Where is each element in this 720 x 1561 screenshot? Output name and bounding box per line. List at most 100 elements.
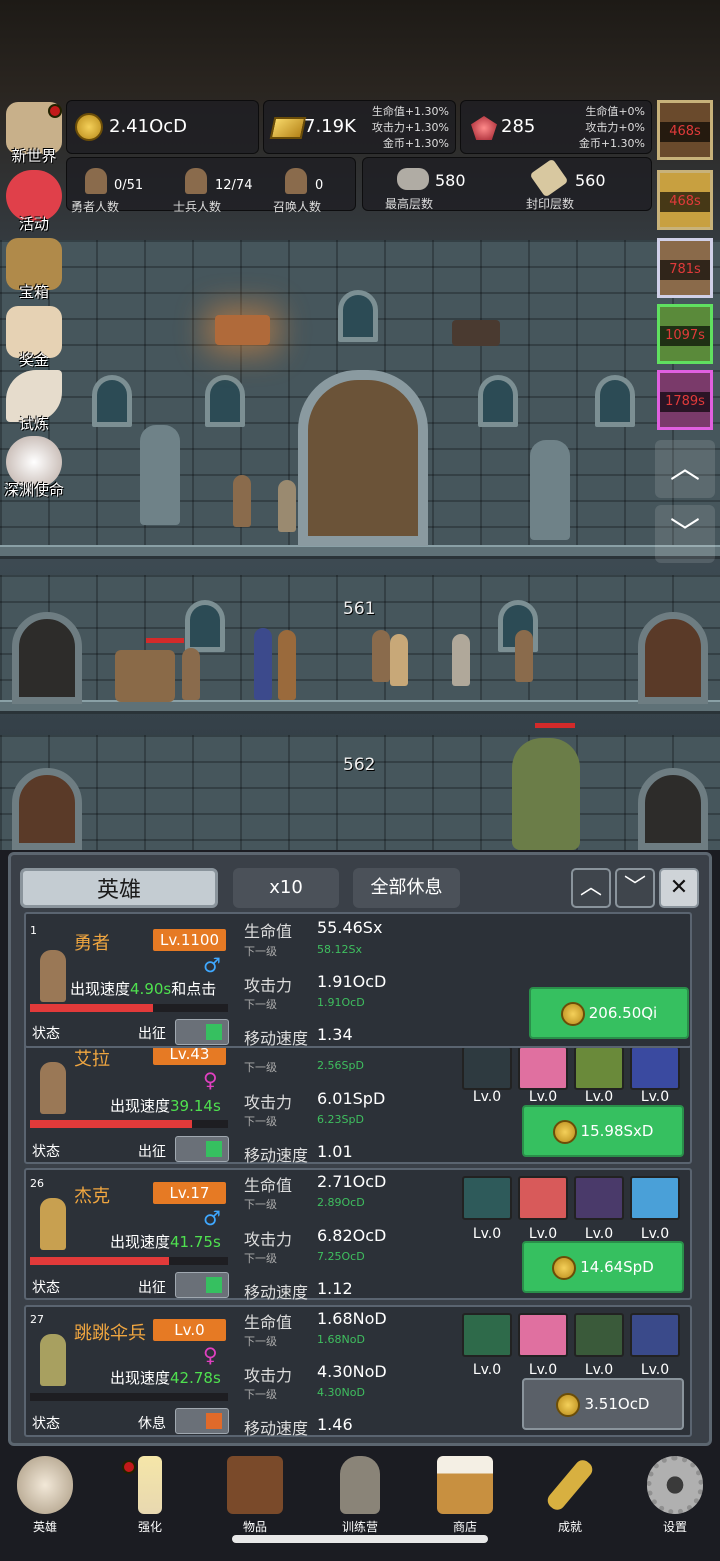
skill-spear-icon[interactable] bbox=[518, 1046, 568, 1090]
hero-unit bbox=[515, 630, 533, 682]
hero-level: Lv.1100 bbox=[153, 929, 226, 951]
gem-bonus-coin: 金币+1.30% bbox=[578, 137, 645, 150]
rest-all-button[interactable]: 全部休息 bbox=[353, 868, 460, 908]
castle-wall-middle bbox=[0, 575, 720, 705]
nav-shop[interactable]: 商店 bbox=[425, 1456, 505, 1535]
skill-boot-icon[interactable] bbox=[630, 1046, 680, 1090]
hp-value: 2.71OcD bbox=[317, 1172, 387, 1191]
gold-counter: 7.19K 生命值+1.30% 攻击力+1.30% 金币+1.30% bbox=[263, 100, 456, 154]
summon-count: 0 bbox=[315, 178, 324, 193]
home-indicator[interactable] bbox=[232, 1535, 488, 1543]
hero-spawn-speed: 出现速度4.90s和点击 bbox=[70, 980, 217, 998]
hero-level: Lv.0 bbox=[153, 1319, 226, 1341]
atk-next-value: 1.91OcD bbox=[317, 996, 365, 1009]
skill-level: Lv.0 bbox=[472, 1362, 502, 1378]
nav-items[interactable]: 物品 bbox=[215, 1456, 295, 1535]
scroll-down-button[interactable]: ﹀ bbox=[655, 505, 715, 563]
hero-hp-bar bbox=[30, 1004, 228, 1012]
close-button[interactable]: ✕ bbox=[659, 868, 699, 908]
nav-settings[interactable]: 设置 bbox=[635, 1456, 715, 1535]
status-value: 出征 bbox=[138, 1144, 166, 1160]
status-value: 出征 bbox=[138, 1026, 166, 1042]
menu-bonus[interactable]: 奖金 bbox=[0, 306, 68, 370]
nav-heroes[interactable]: 英雄 bbox=[5, 1456, 85, 1535]
summon-head-icon bbox=[285, 168, 307, 194]
boss-portrait-1[interactable]: 468s bbox=[657, 100, 713, 160]
skill-boot-icon[interactable] bbox=[630, 1176, 680, 1220]
coin-value: 2.41OcD bbox=[109, 116, 188, 137]
next-level-label: 下一级 bbox=[244, 998, 277, 1011]
skill-level: Lv.0 bbox=[528, 1089, 558, 1105]
beer-mug-icon bbox=[437, 1456, 493, 1514]
skill-hood-icon[interactable] bbox=[462, 1313, 512, 1357]
menu-events[interactable]: 活动 bbox=[0, 170, 68, 234]
skill-hood-icon[interactable] bbox=[574, 1176, 624, 1220]
skull-icon bbox=[17, 1456, 73, 1514]
menu-chest[interactable]: 宝箱 bbox=[0, 238, 68, 302]
collapse-down-button[interactable]: ﹀ bbox=[615, 868, 655, 908]
status-label: 状态 bbox=[32, 1280, 60, 1296]
chevron-down-icon: ﹀ bbox=[623, 875, 646, 900]
chevron-up-icon: ︿ bbox=[670, 451, 700, 486]
next-level-label: 下一级 bbox=[244, 1198, 277, 1211]
upgrade-button[interactable]: 14.64SpD bbox=[522, 1241, 684, 1293]
candle-icon bbox=[138, 1456, 162, 1514]
scroll-up-button[interactable]: ︿ bbox=[655, 440, 715, 498]
dungeon-door bbox=[638, 612, 708, 704]
hero-index: 27 bbox=[30, 1313, 44, 1326]
skill-net-icon[interactable] bbox=[574, 1046, 624, 1090]
gold-bonus-atk: 攻击力+1.30% bbox=[371, 121, 449, 134]
skill-mask-icon[interactable] bbox=[462, 1046, 512, 1090]
menu-trial[interactable]: 试炼 bbox=[0, 370, 68, 434]
boss-portrait-2[interactable]: 468s bbox=[657, 170, 713, 230]
floor-records: 580 最高层数 560 封印层数 bbox=[362, 157, 652, 211]
dungeon-door bbox=[638, 768, 708, 850]
max-floor-value: 580 bbox=[435, 171, 466, 190]
upgrade-button[interactable]: 15.98SxD bbox=[522, 1105, 684, 1157]
hero-hp-bar bbox=[30, 1120, 228, 1128]
boss-portrait-4[interactable]: 1097s bbox=[657, 304, 713, 364]
deploy-toggle[interactable] bbox=[175, 1272, 229, 1298]
knight-statue bbox=[140, 425, 180, 525]
hero-count-label: 勇者人数 bbox=[71, 200, 120, 214]
max-floor-label: 最高层数 bbox=[385, 197, 434, 211]
multiplier-button[interactable]: x10 bbox=[233, 868, 339, 908]
deploy-toggle[interactable] bbox=[175, 1136, 229, 1162]
scroll-icon bbox=[529, 158, 569, 198]
atk-label: 攻击力 bbox=[244, 1093, 293, 1112]
skill-spear-icon[interactable] bbox=[518, 1313, 568, 1357]
gem-bonus-atk: 攻击力+0% bbox=[585, 121, 645, 134]
coin-icon bbox=[556, 1392, 581, 1417]
skill-armor-icon[interactable] bbox=[630, 1313, 680, 1357]
upgrade-button[interactable]: 206.50Qi bbox=[529, 987, 689, 1039]
boss-portrait-3[interactable]: 781s bbox=[657, 238, 713, 298]
window bbox=[185, 600, 225, 652]
collapse-up-button[interactable]: ︿ bbox=[571, 868, 611, 908]
hero-index: 26 bbox=[30, 1177, 44, 1190]
boss-portrait-5[interactable]: 1789s bbox=[657, 370, 713, 430]
hero-name: 杰克 bbox=[74, 1186, 110, 1207]
status-value: 休息 bbox=[138, 1416, 166, 1432]
menu-new-world[interactable]: 新世界 bbox=[0, 102, 68, 166]
skill-axe-icon[interactable] bbox=[518, 1176, 568, 1220]
nav-achievements[interactable]: 成就 bbox=[530, 1456, 610, 1535]
sealed-floor-value: 560 bbox=[575, 171, 606, 190]
menu-abyss-mission[interactable]: 深渊使命 bbox=[0, 436, 68, 500]
upgrade-button-disabled[interactable]: 3.51OcD bbox=[522, 1378, 684, 1430]
hero-unit bbox=[278, 480, 296, 532]
hero-index: 1 bbox=[30, 924, 37, 937]
atk-value: 4.30NoD bbox=[317, 1362, 387, 1381]
tab-heroes[interactable]: 英雄 bbox=[20, 868, 218, 908]
hero-portrait bbox=[40, 1334, 66, 1386]
skill-level: Lv.0 bbox=[640, 1362, 670, 1378]
skill-blade-icon[interactable] bbox=[462, 1176, 512, 1220]
deploy-toggle[interactable] bbox=[175, 1019, 229, 1045]
window bbox=[338, 290, 378, 342]
nav-training-camp[interactable]: 训练营 bbox=[320, 1456, 400, 1535]
rest-toggle[interactable] bbox=[175, 1408, 229, 1434]
hp-next-value: 58.12Sx bbox=[317, 943, 362, 956]
skill-cloak-icon[interactable] bbox=[574, 1313, 624, 1357]
gold-value: 7.19K bbox=[304, 116, 356, 137]
skill-level: Lv.0 bbox=[640, 1226, 670, 1242]
chandelier-icon bbox=[452, 320, 500, 346]
